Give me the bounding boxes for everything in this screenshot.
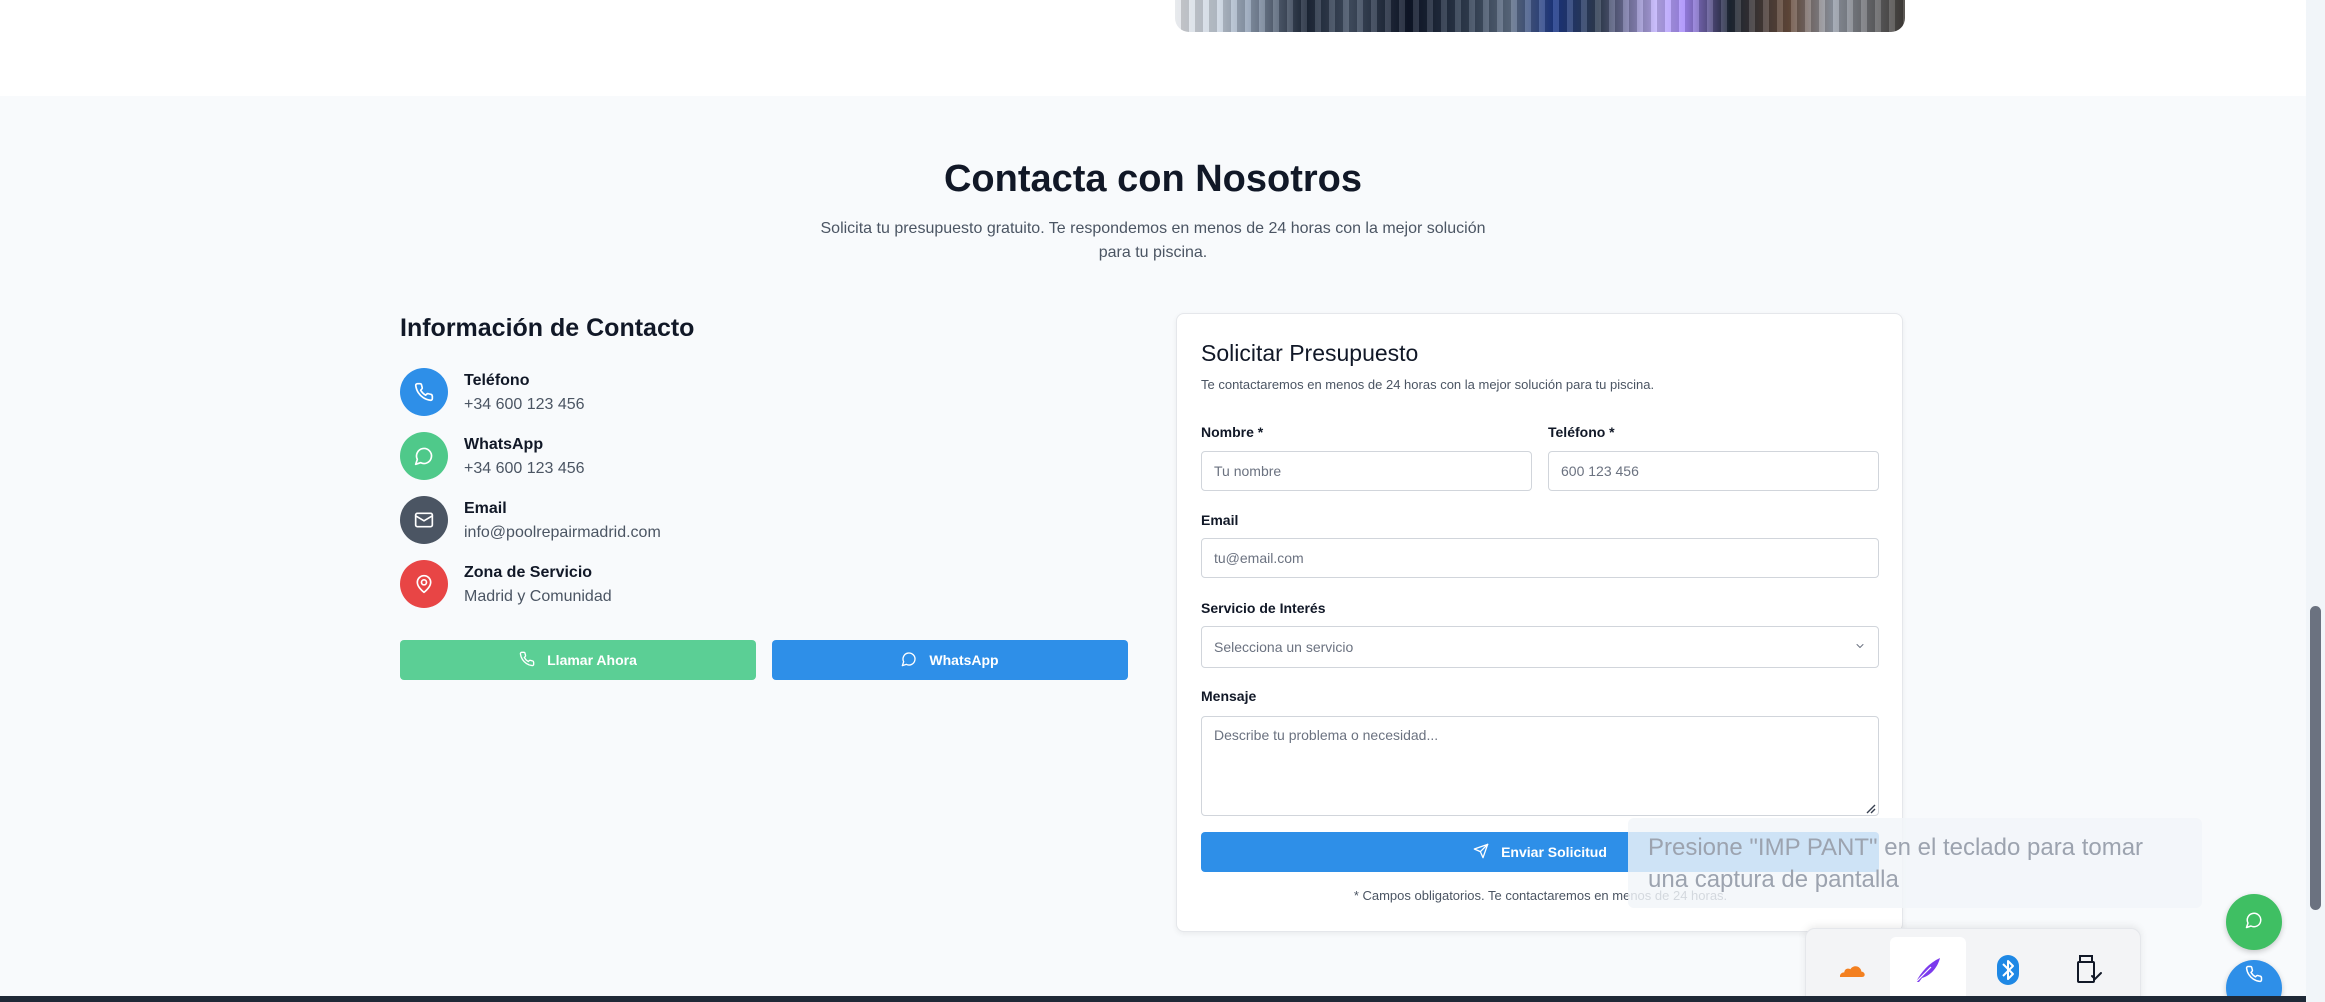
system-tray-popup xyxy=(1805,928,2141,1002)
contact-item-whatsapp: WhatsApp +34 600 123 456 xyxy=(400,432,800,482)
contact-label: Teléfono xyxy=(464,372,530,389)
contact-item-email: Email info@poolrepairmadrid.com xyxy=(400,496,800,546)
whatsapp-label: WhatsApp xyxy=(929,652,999,668)
usb-eject-icon[interactable] xyxy=(2050,937,2126,1002)
name-input[interactable] xyxy=(1201,451,1532,491)
contact-info-title: Información de Contacto xyxy=(400,314,695,342)
contact-value: Madrid y Comunidad xyxy=(464,588,612,605)
service-select[interactable]: Selecciona un servicio xyxy=(1201,626,1879,668)
contact-item-phone: Teléfono +34 600 123 456 xyxy=(400,368,800,418)
message-textarea[interactable] xyxy=(1201,716,1879,816)
scrollbar-thumb[interactable] xyxy=(2310,606,2321,910)
screenshot-hint-toast: Presione "IMP PANT" en el teclado para t… xyxy=(1628,818,2202,908)
phone-label: Teléfono * xyxy=(1548,424,1615,440)
email-label: Email xyxy=(1201,512,1239,528)
service-label: Servicio de Interés xyxy=(1201,600,1326,616)
submit-label: Enviar Solicitud xyxy=(1501,844,1607,860)
chevron-down-icon xyxy=(1854,639,1866,655)
map-pin-icon xyxy=(400,560,448,608)
phone-icon xyxy=(2245,965,2263,988)
chat-icon xyxy=(901,651,917,670)
contact-label: WhatsApp xyxy=(464,436,544,453)
message-label: Mensaje xyxy=(1201,688,1257,704)
contact-value: +34 600 123 456 xyxy=(464,396,585,413)
contact-label: Zona de Servicio xyxy=(464,564,593,581)
floating-whatsapp-button[interactable] xyxy=(2226,894,2282,950)
previous-section xyxy=(0,0,2306,96)
form-subtitle: Te contactaremos en menos de 24 horas co… xyxy=(1201,377,1655,392)
phone-input[interactable] xyxy=(1548,451,1879,491)
call-now-button[interactable]: Llamar Ahora xyxy=(400,640,756,680)
contact-value: +34 600 123 456 xyxy=(464,460,585,477)
contact-label: Email xyxy=(464,500,507,517)
phone-icon xyxy=(519,651,535,670)
email-input[interactable] xyxy=(1201,538,1879,578)
service-selected-value: Selecciona un servicio xyxy=(1214,639,1354,655)
bluetooth-icon[interactable] xyxy=(1970,937,2046,1002)
cloudflare-icon[interactable] xyxy=(1810,937,1886,1002)
call-now-label: Llamar Ahora xyxy=(547,652,637,668)
contact-value: info@poolrepairmadrid.com xyxy=(464,524,661,541)
send-icon xyxy=(1473,843,1489,862)
section-subtitle: Solicita tu presupuesto gratuito. Te res… xyxy=(820,220,1486,261)
phone-icon xyxy=(400,368,448,416)
page-scrollbar[interactable] xyxy=(2306,0,2325,1002)
form-title: Solicitar Presupuesto xyxy=(1201,340,1419,366)
whatsapp-button[interactable]: WhatsApp xyxy=(772,640,1128,680)
name-label: Nombre * xyxy=(1201,424,1264,440)
footer xyxy=(0,996,2306,1002)
mail-icon xyxy=(400,496,448,544)
section-title: Contacta con Nosotros xyxy=(943,158,1363,200)
clothing-rack-image xyxy=(1175,0,1905,32)
chat-icon xyxy=(400,432,448,480)
contact-item-service-zone: Zona de Servicio Madrid y Comunidad xyxy=(400,560,800,610)
resize-grip-icon[interactable] xyxy=(1864,801,1876,814)
quill-icon[interactable] xyxy=(1890,937,1966,1002)
chat-icon xyxy=(2245,911,2263,934)
